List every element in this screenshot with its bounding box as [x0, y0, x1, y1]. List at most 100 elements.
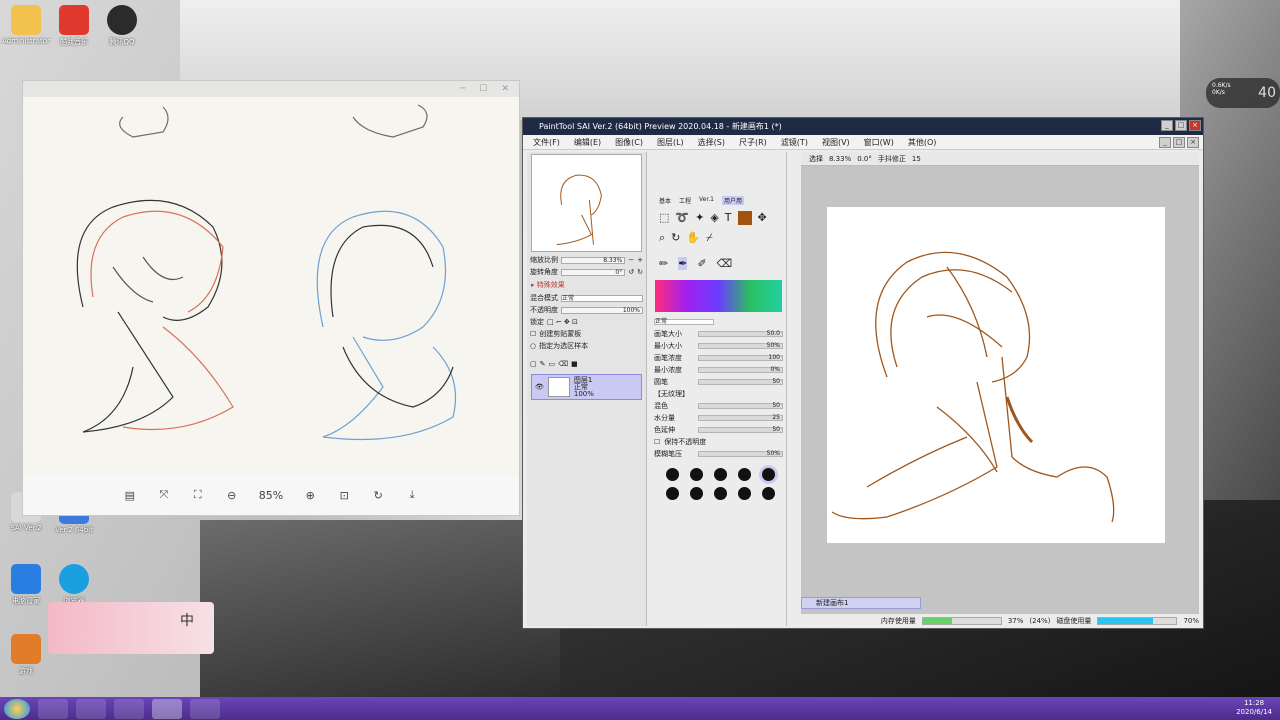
select-label[interactable]: 选择: [809, 154, 823, 164]
qq-taskbar-icon[interactable]: [190, 698, 220, 719]
brush-size-dot[interactable]: [761, 468, 775, 481]
sample-row[interactable]: ○ 指定为选区样本: [527, 340, 646, 352]
menu-layer[interactable]: 图层(L): [657, 137, 684, 148]
tab-engineering[interactable]: 工程: [679, 196, 691, 205]
param-slider[interactable]: 50%: [698, 343, 783, 349]
maximize-icon[interactable]: ☐: [479, 84, 487, 94]
clear-icon[interactable]: ⌫: [558, 360, 568, 368]
visibility-eye-icon[interactable]: 👁: [535, 383, 544, 391]
eyedropper-icon[interactable]: ⌿: [706, 231, 713, 245]
skype-icon[interactable]: [38, 698, 68, 719]
opacity-slider[interactable]: 100%: [561, 306, 643, 314]
lock-icon[interactable]: □ ⌐ ✥ ⊡: [547, 318, 578, 326]
menu-file[interactable]: 文件(F): [533, 137, 560, 148]
start-orb-icon[interactable]: [4, 698, 30, 719]
zoom-slider[interactable]: 8.33%: [561, 256, 626, 264]
close-icon[interactable]: ✕: [501, 84, 509, 94]
canvas-area[interactable]: 选择 8.33% 0.0° 手抖修正 15: [801, 152, 1199, 614]
thumbnail-icon[interactable]: ▤: [123, 489, 137, 502]
desktop-icon-kuwo[interactable]: 酷我音乐: [48, 5, 100, 47]
fit-window-icon[interactable]: ⤧: [157, 488, 171, 502]
param-slider[interactable]: 100: [698, 355, 783, 361]
input-method-widget[interactable]: 中: [48, 602, 214, 654]
maximize-button[interactable]: □: [1175, 120, 1187, 131]
clip-row[interactable]: ☐ 创建剪贴蒙板: [527, 328, 646, 340]
eraser-brush-icon[interactable]: ⌫: [717, 257, 733, 270]
desktop-icon-game[interactable]: 游戏: [0, 634, 52, 676]
param-slider[interactable]: 50.0: [698, 331, 783, 337]
brush-size-dot[interactable]: [737, 468, 751, 481]
brush-size-dot[interactable]: [761, 487, 775, 500]
canvas-zoom[interactable]: 8.33%: [829, 155, 851, 163]
blend-select[interactable]: 正常: [561, 294, 643, 302]
brush-mode-select[interactable]: 正常: [654, 319, 714, 325]
new-set-icon[interactable]: ✎: [540, 360, 546, 368]
desktop-icon-guanjia[interactable]: 电脑管家: [0, 564, 52, 606]
doc-restore-button[interactable]: □: [1173, 137, 1185, 148]
media-player-icon[interactable]: [76, 698, 106, 719]
zoom-tool-icon[interactable]: ⌕: [659, 231, 665, 245]
select-rect-icon[interactable]: ⬚: [659, 211, 669, 225]
navigator-preview[interactable]: [531, 154, 642, 252]
bucket-icon[interactable]: ◈: [710, 211, 718, 225]
rotate-right-icon[interactable]: ↻: [637, 268, 643, 276]
shape-label[interactable]: 圆笔: [654, 377, 694, 387]
param-slider[interactable]: 0%: [698, 367, 783, 373]
lasso-icon[interactable]: ➰: [675, 211, 689, 225]
canvas-angle[interactable]: 0.0°: [857, 155, 872, 163]
menu-other[interactable]: 其他(O): [908, 137, 937, 148]
effects-heading[interactable]: ▸ 特殊效果: [527, 278, 646, 292]
stabilizer-value[interactable]: 15: [912, 155, 921, 163]
color-swatch[interactable]: [737, 211, 752, 225]
netease-music-icon[interactable]: [114, 698, 144, 719]
keep-opacity-checkbox[interactable]: ☐: [654, 438, 660, 446]
rotate-icon[interactable]: ↻: [371, 489, 385, 502]
zoom-out-small-icon[interactable]: −: [628, 256, 634, 264]
sample-checkbox[interactable]: ○: [530, 342, 536, 350]
hand-icon[interactable]: ✋: [686, 231, 700, 245]
zoom-in-icon[interactable]: ⊕: [303, 489, 317, 502]
sai-window[interactable]: PaintTool SAI Ver.2 (64bit) Preview 2020…: [522, 117, 1204, 629]
download-icon[interactable]: ⤓: [405, 488, 419, 502]
tab-ver1[interactable]: Ver.1: [699, 196, 714, 205]
image-viewer-window[interactable]: ─ ☐ ✕ ▤ ⤧ ⛶ ⊖ 85% ⊕ ⊡ ↻ ⤓: [22, 80, 520, 516]
rotate-left-icon[interactable]: ↺: [628, 268, 634, 276]
rotate-tool-icon[interactable]: ↻: [671, 231, 680, 245]
texture-label[interactable]: 【无纹理】: [654, 389, 689, 399]
brush-size-dot[interactable]: [737, 487, 751, 500]
watercolor-brush-icon[interactable]: ✒: [678, 257, 688, 270]
angle-slider[interactable]: 0°: [561, 268, 626, 276]
close-button[interactable]: ×: [1189, 120, 1201, 131]
param-slider[interactable]: 25: [698, 415, 783, 421]
sai-taskbar-icon[interactable]: [152, 698, 182, 719]
move-icon[interactable]: ✥: [758, 211, 767, 225]
brush-size-dot[interactable]: [665, 468, 679, 481]
desktop-icon-qq[interactable]: 腾讯QQ: [96, 5, 148, 47]
brush-size-dot[interactable]: [713, 468, 727, 481]
menu-window[interactable]: 窗口(W): [864, 137, 894, 148]
new-layer-icon[interactable]: ▢: [530, 360, 537, 368]
actual-size-icon[interactable]: ⛶: [191, 488, 205, 502]
zoom-in-small-icon[interactable]: +: [637, 256, 643, 264]
canvas-paper[interactable]: [827, 207, 1165, 543]
menu-filter[interactable]: 滤镜(T): [781, 137, 808, 148]
magic-wand-icon[interactable]: ✦: [695, 211, 704, 225]
doc-minimize-button[interactable]: _: [1159, 137, 1171, 148]
param-slider[interactable]: 50: [698, 427, 783, 433]
system-clock[interactable]: 11:28 2020/6/14: [1236, 699, 1272, 717]
blur-slider[interactable]: 50%: [698, 451, 783, 457]
zoom-out-icon[interactable]: ⊖: [225, 489, 239, 502]
delete-layer-icon[interactable]: ■: [571, 360, 578, 368]
brush-size-dot[interactable]: [713, 487, 727, 500]
marker-brush-icon[interactable]: ✐: [697, 257, 706, 270]
minimize-button[interactable]: _: [1161, 120, 1173, 131]
tab-basic[interactable]: 基本: [659, 196, 671, 205]
canvas-tab[interactable]: 新建画布1: [801, 597, 921, 609]
brush-size-dot[interactable]: [665, 487, 679, 500]
layer-item[interactable]: 👁 图层1 正常 100%: [531, 374, 642, 400]
pencil-brush-icon[interactable]: ✏: [659, 257, 668, 270]
minimize-icon[interactable]: ─: [460, 84, 465, 94]
clip-checkbox[interactable]: ☐: [530, 330, 536, 338]
menu-edit[interactable]: 编辑(E): [574, 137, 601, 148]
keep-opacity-row[interactable]: ☐ 保持不透明度: [651, 436, 786, 448]
